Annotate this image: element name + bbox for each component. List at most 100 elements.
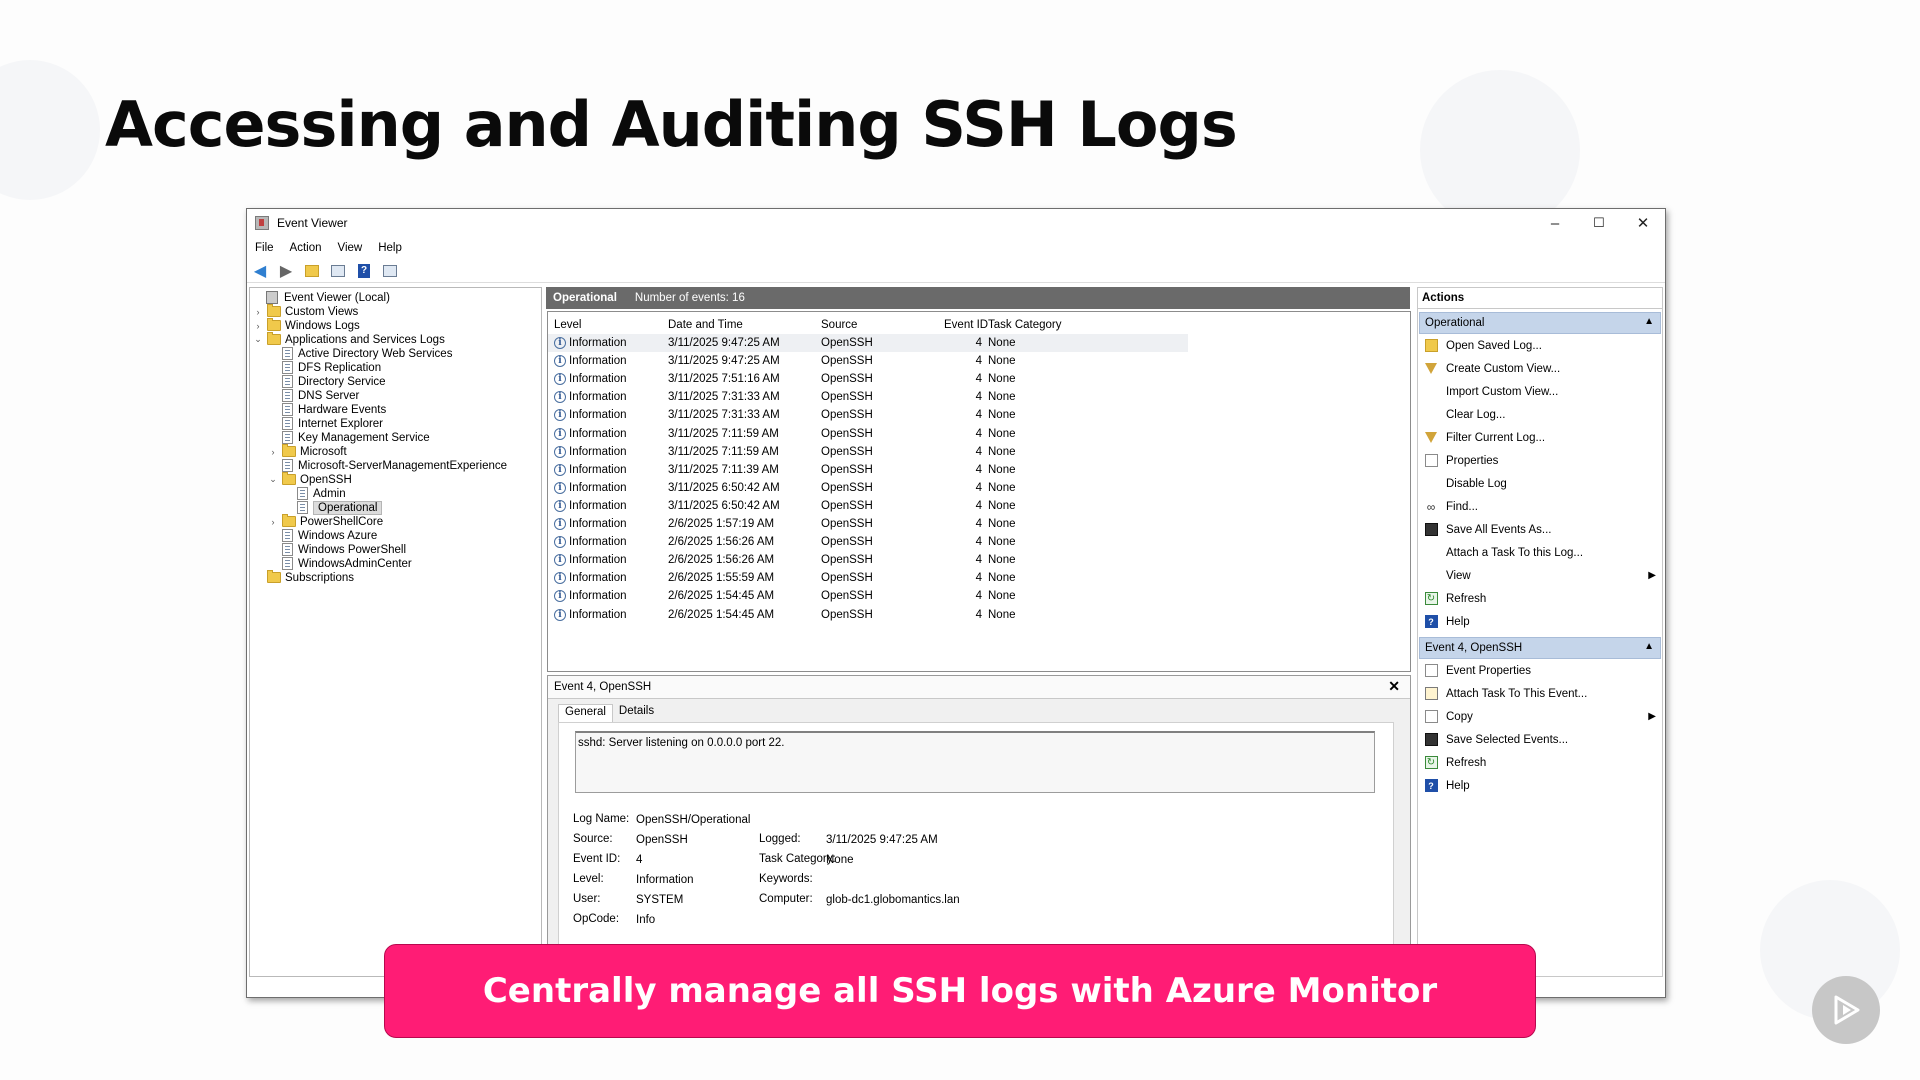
cell-text: None: [988, 391, 1016, 404]
table-row[interactable]: i Information 3/11/2025 6:50:42 AM OpenSSH 4…: [548, 497, 1188, 515]
actions-section-event-4-openssh[interactable]: Event 4, OpenSSH ▲: [1419, 637, 1661, 659]
action-find[interactable]: ∞ Find...: [1418, 495, 1662, 518]
table-row[interactable]: i Information 2/6/2025 1:56:26 AM OpenSSH 4 N…: [548, 551, 1188, 569]
field-value-level[interactable]: Information: [636, 874, 694, 886]
info-icon: i: [554, 463, 566, 476]
action-create-custom-view[interactable]: Create Custom View...: [1418, 357, 1662, 380]
minimize-button[interactable]: –: [1533, 209, 1577, 237]
menu-action[interactable]: Action: [290, 242, 322, 254]
action-attach-a-task-to-this-log[interactable]: Attach a Task To this Log...: [1418, 541, 1662, 564]
help-icon[interactable]: ?: [355, 262, 373, 280]
column-header-event-id[interactable]: Event ID: [944, 316, 988, 334]
maximize-button[interactable]: ☐: [1577, 209, 1621, 237]
back-arrow-icon[interactable]: ◀: [251, 262, 269, 280]
show-hide-tree-icon[interactable]: [329, 262, 347, 280]
close-button[interactable]: ✕: [1621, 209, 1665, 237]
menu-file[interactable]: File: [255, 242, 274, 254]
cell-text: OpenSSH: [821, 337, 873, 349]
field-value-logged[interactable]: 3/11/2025 9:47:25 AM: [826, 834, 938, 846]
table-row[interactable]: i Information 3/11/2025 7:51:16 AM OpenSSH 4…: [548, 370, 1188, 388]
table-row[interactable]: i Information 2/6/2025 1:56:26 AM OpenSSH 4 N…: [548, 533, 1188, 551]
close-detail-icon[interactable]: ✕: [1388, 678, 1400, 695]
info-icon: i: [554, 608, 566, 621]
expander-icon[interactable]: ⌄: [253, 334, 263, 345]
action-help[interactable]: ? Help: [1418, 774, 1662, 797]
action-attach-task-to-this-event[interactable]: Attach Task To This Event...: [1418, 682, 1662, 705]
action-icon-slot: [1420, 687, 1442, 700]
table-row[interactable]: i Information 3/11/2025 7:31:33 AM OpenSSH 4…: [548, 406, 1188, 424]
expander-icon[interactable]: ⌄: [268, 474, 278, 485]
action-icon-slot: [1420, 733, 1442, 746]
action-event-properties[interactable]: Event Properties: [1418, 659, 1662, 682]
action-disable-log[interactable]: Disable Log: [1418, 472, 1662, 495]
field-value-computer[interactable]: glob-dc1.globomantics.lan: [826, 894, 960, 906]
action-import-custom-view[interactable]: Import Custom View...: [1418, 380, 1662, 403]
tab-general[interactable]: General: [558, 704, 613, 722]
action-save-all-events-as[interactable]: Save All Events As...: [1418, 518, 1662, 541]
column-header-source[interactable]: Source: [821, 316, 857, 334]
folder-icon: [267, 304, 281, 317]
menu-view[interactable]: View: [338, 242, 363, 254]
action-help[interactable]: ? Help: [1418, 610, 1662, 633]
cell-text: 3/11/2025 6:50:42 AM: [668, 481, 780, 494]
event-message[interactable]: sshd: Server listening on 0.0.0.0 port 2…: [575, 731, 1375, 793]
action-label: Event Properties: [1446, 664, 1532, 677]
menu-help[interactable]: Help: [378, 242, 402, 254]
action-icon-slot: ?: [1420, 779, 1442, 792]
cell-text: 2/6/2025 1:54:45 AM: [668, 608, 775, 621]
field-value-task-category[interactable]: None: [826, 854, 854, 866]
tab-details[interactable]: Details: [613, 704, 660, 722]
table-row[interactable]: i Information 3/11/2025 9:47:25 AM OpenSSH 4…: [548, 334, 1188, 352]
table-row[interactable]: i Information 3/11/2025 6:50:42 AM OpenSSH 4…: [548, 479, 1188, 497]
table-row[interactable]: i Information 3/11/2025 7:31:33 AM OpenSSH 4…: [548, 388, 1188, 406]
field-value-log-name[interactable]: OpenSSH/Operational: [636, 814, 750, 826]
toolbar: ◀ ▶ ?: [247, 259, 1665, 283]
cell-text: 4: [975, 518, 982, 530]
cell-text: 4: [975, 608, 982, 621]
cell-source: OpenSSH: [821, 425, 873, 443]
info-icon: i: [554, 518, 566, 530]
table-row[interactable]: i Information 3/11/2025 7:11:59 AM OpenSSH 4…: [548, 443, 1188, 461]
collapse-caret-icon[interactable]: ▲: [1644, 641, 1654, 652]
cell-text: 3/11/2025 7:31:33 AM: [668, 391, 780, 404]
action-clear-log[interactable]: Clear Log...: [1418, 403, 1662, 426]
field-value-user[interactable]: SYSTEM: [636, 894, 683, 906]
table-row[interactable]: i Information 2/6/2025 1:54:45 AM OpenSSH 4 N…: [548, 606, 1188, 624]
field-value-source[interactable]: OpenSSH: [636, 834, 688, 846]
column-header-task-category[interactable]: Task Category: [988, 316, 1062, 334]
action-save-selected-events[interactable]: Save Selected Events...: [1418, 728, 1662, 751]
table-row[interactable]: i Information 2/6/2025 1:54:45 AM OpenSSH 4 N…: [548, 587, 1188, 605]
tree-item-subscriptions[interactable]: Subscriptions: [253, 569, 354, 586]
action-icon-slot: ∞: [1420, 500, 1442, 514]
action-filter-current-log[interactable]: Filter Current Log...: [1418, 426, 1662, 449]
cell-text: None: [988, 554, 1016, 567]
forward-arrow-icon[interactable]: ▶: [277, 262, 295, 280]
expander-icon[interactable]: ›: [253, 307, 263, 317]
field-value-event-id[interactable]: 4: [636, 854, 642, 866]
table-row[interactable]: i Information 3/11/2025 7:11:59 AM OpenSSH 4…: [548, 425, 1188, 443]
open-folder-icon: [1424, 339, 1438, 352]
action-refresh[interactable]: ↻ Refresh: [1418, 587, 1662, 610]
collapse-caret-icon[interactable]: ▲: [1644, 316, 1654, 327]
event-detail-header: Event 4, OpenSSH ✕: [548, 676, 1410, 699]
action-view[interactable]: View ▶: [1418, 564, 1662, 587]
action-copy[interactable]: Copy ▶: [1418, 705, 1662, 728]
table-row[interactable]: i Information 3/11/2025 9:47:25 AM OpenSSH 4…: [548, 352, 1188, 370]
field-label: User:: [573, 893, 601, 905]
action-properties[interactable]: Properties: [1418, 449, 1662, 472]
expander-icon[interactable]: ›: [253, 321, 263, 331]
table-row[interactable]: i Information 2/6/2025 1:55:59 AM OpenSSH 4 N…: [548, 569, 1188, 587]
table-row[interactable]: i Information 2/6/2025 1:57:19 AM OpenSSH 4 N…: [548, 515, 1188, 533]
table-row[interactable]: i Information 3/11/2025 7:11:39 AM OpenSSH 4…: [548, 461, 1188, 479]
cell-text: 2/6/2025 1:56:26 AM: [668, 554, 775, 567]
field-value-opcode[interactable]: Info: [636, 914, 655, 926]
actions-section-operational[interactable]: Operational ▲: [1419, 312, 1661, 334]
action-open-saved-log[interactable]: Open Saved Log...: [1418, 334, 1662, 357]
action-refresh[interactable]: ↻ Refresh: [1418, 751, 1662, 774]
column-header-level[interactable]: Level: [554, 316, 582, 334]
show-hide-action-pane-icon[interactable]: [381, 262, 399, 280]
expander-icon[interactable]: ›: [268, 447, 278, 457]
column-header-date-time[interactable]: Date and Time: [668, 316, 743, 334]
up-folder-icon[interactable]: [303, 262, 321, 280]
expander-icon[interactable]: ›: [268, 517, 278, 527]
